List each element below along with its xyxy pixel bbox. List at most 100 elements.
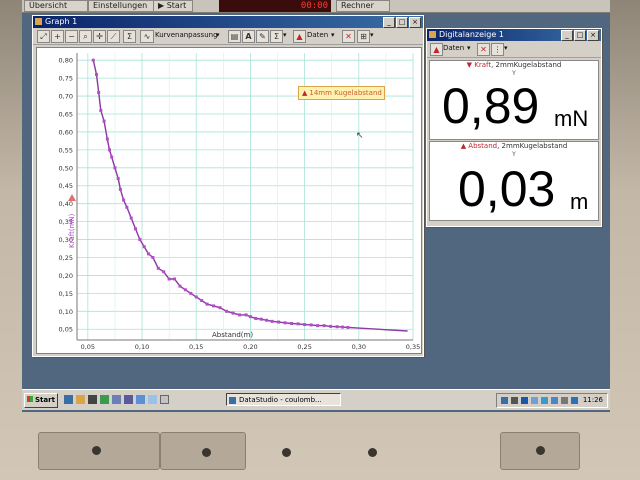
data-point bbox=[129, 216, 133, 220]
close-button[interactable]: × bbox=[587, 30, 599, 41]
scale-to-fit-icon[interactable]: ⤢ bbox=[37, 30, 50, 43]
data-point bbox=[95, 73, 99, 77]
tray-volume-icon[interactable] bbox=[561, 397, 568, 404]
zoom-out-icon[interactable]: − bbox=[65, 30, 78, 43]
windows-logo-icon bbox=[27, 396, 33, 402]
data-point bbox=[244, 313, 248, 317]
data-point bbox=[231, 311, 235, 315]
window-icon bbox=[429, 31, 436, 38]
minimize-button[interactable]: _ bbox=[561, 30, 573, 41]
distance-label: ▲ Abstand, 2mmKugelabstand bbox=[430, 142, 598, 151]
force-panel[interactable]: ▼ Kraft, 2mmKugelabstand Y 0,89 mN bbox=[429, 60, 599, 140]
system-tray: 11:26 bbox=[496, 393, 608, 408]
tray-battery-icon[interactable] bbox=[511, 397, 518, 404]
data-icon[interactable]: ▲ bbox=[293, 30, 306, 43]
delete-icon[interactable]: ✕ bbox=[477, 43, 490, 56]
explorer-icon[interactable] bbox=[112, 395, 121, 404]
digital-window-title: Digitalanzeige 1 bbox=[439, 30, 504, 39]
distance-axis: Y bbox=[512, 151, 516, 158]
tray-monitor-icon[interactable] bbox=[551, 397, 558, 404]
zoom-select-icon[interactable]: ⌕ bbox=[79, 30, 92, 43]
y-tick-label: 0,40 bbox=[59, 200, 73, 208]
legend-box[interactable]: ▲ 14mm Kugelabstand bbox=[298, 86, 385, 100]
calculate-icon[interactable]: ▤ bbox=[228, 30, 241, 43]
display-settings-icon[interactable]: ⊞ bbox=[357, 30, 370, 43]
start-menu-button[interactable]: Start bbox=[24, 393, 58, 408]
start-button[interactable]: ▶ Start bbox=[153, 0, 193, 12]
close-button[interactable]: × bbox=[409, 17, 421, 28]
maximize-button[interactable]: □ bbox=[396, 17, 408, 28]
y-tick-label: 0,05 bbox=[59, 326, 73, 334]
data-point bbox=[290, 321, 294, 325]
task-datastudio[interactable]: DataStudio - coulomb... bbox=[226, 393, 341, 406]
curve-fit-dropdown[interactable]: Kurvenanpassung bbox=[155, 30, 218, 41]
settings-button[interactable]: Einstellungen bbox=[88, 0, 156, 12]
tray-display-icon[interactable] bbox=[531, 397, 538, 404]
curve-fit-chevron-icon[interactable]: ▾ bbox=[216, 30, 220, 41]
minimize-button[interactable]: _ bbox=[383, 17, 395, 28]
window-switch-icon[interactable] bbox=[160, 395, 169, 404]
sum-chevron-icon[interactable]: ▾ bbox=[283, 30, 287, 41]
data-point bbox=[173, 277, 177, 281]
x-tick-label: 0,20 bbox=[243, 343, 257, 351]
email-icon[interactable] bbox=[148, 395, 157, 404]
statistics-icon[interactable]: Σ bbox=[123, 30, 136, 43]
slope-icon[interactable]: ⟋ bbox=[107, 30, 120, 43]
browser-icon[interactable] bbox=[100, 395, 109, 404]
force-name: Kraft bbox=[474, 61, 492, 69]
folder-icon[interactable] bbox=[76, 395, 85, 404]
digital-window-titlebar[interactable]: Digitalanzeige 1 _ □ × bbox=[427, 29, 601, 41]
network-icon[interactable] bbox=[136, 395, 145, 404]
data-dropdown[interactable]: Daten bbox=[443, 43, 464, 54]
x-tick-label: 0,05 bbox=[81, 343, 95, 351]
y-tick-label: 0,80 bbox=[59, 57, 73, 65]
screen: Übersicht Einstellungen ▶ Start 00:00 Re… bbox=[22, 0, 610, 412]
data-point bbox=[322, 324, 326, 328]
maximize-button[interactable]: □ bbox=[574, 30, 586, 41]
distance-name: Abstand bbox=[468, 142, 498, 150]
tray-wifi-icon[interactable] bbox=[541, 397, 548, 404]
taskbar: Start DataStudio - coulomb... 11:26 bbox=[22, 389, 610, 410]
tray-app-icon[interactable] bbox=[571, 397, 578, 404]
zoom-in-icon[interactable]: + bbox=[51, 30, 64, 43]
plot-area[interactable]: 0,05 0,10 0,15 0,20 0,25 0,30 0,35 0,40 0,45 0,50… bbox=[36, 47, 422, 354]
data-point bbox=[248, 315, 252, 319]
data-point bbox=[138, 238, 142, 242]
y-tick-label: 0,55 bbox=[59, 146, 73, 154]
media-icon[interactable] bbox=[88, 395, 97, 404]
calculator-button[interactable]: Rechner bbox=[336, 0, 390, 12]
data-dropdown[interactable]: Daten bbox=[307, 30, 328, 41]
graph-window-titlebar[interactable]: Graph 1 _ □ × bbox=[33, 16, 423, 28]
precision-icon[interactable]: ⋮ bbox=[491, 43, 504, 56]
y-tick-label: 0,60 bbox=[59, 128, 73, 136]
curve-fit-icon[interactable]: ∿ bbox=[140, 30, 154, 43]
data-point bbox=[156, 266, 160, 270]
app-top-toolbar: Übersicht Einstellungen ▶ Start 00:00 Re… bbox=[22, 0, 610, 13]
data-chevron-icon[interactable]: ▾ bbox=[467, 43, 471, 54]
y-tick-label: 0,45 bbox=[59, 182, 73, 190]
data-icon[interactable]: ▲ bbox=[430, 43, 443, 56]
y-axis-label: Kraft(mN) bbox=[68, 213, 76, 248]
distance-panel[interactable]: ▲ Abstand, 2mmKugelabstand Y 0,03 m bbox=[429, 141, 599, 221]
precision-chevron-icon[interactable]: ▾ bbox=[504, 43, 508, 54]
force-axis: Y bbox=[512, 70, 516, 77]
bezel-screw bbox=[92, 446, 101, 455]
data-chevron-icon[interactable]: ▾ bbox=[331, 30, 335, 41]
y-tick-label: 0,25 bbox=[59, 254, 73, 262]
prediction-icon[interactable]: ✎ bbox=[256, 30, 269, 43]
settings-chevron-icon[interactable]: ▾ bbox=[370, 30, 374, 41]
data-point bbox=[142, 245, 146, 249]
start-label: Start bbox=[166, 1, 187, 10]
delete-icon[interactable]: ✕ bbox=[342, 30, 355, 43]
mouse-cursor-icon: ↖ bbox=[356, 131, 364, 141]
tray-bluetooth-icon[interactable] bbox=[521, 397, 528, 404]
data-point bbox=[270, 319, 274, 323]
data-point bbox=[346, 325, 350, 329]
overview-button[interactable]: Übersicht bbox=[24, 0, 88, 12]
smart-tool-icon[interactable]: ✛ bbox=[93, 30, 106, 43]
user-icon[interactable] bbox=[124, 395, 133, 404]
annotation-icon[interactable]: A bbox=[242, 30, 255, 43]
desktop-icon[interactable] bbox=[64, 395, 73, 404]
tray-network-icon[interactable] bbox=[501, 397, 508, 404]
sum-icon[interactable]: Σ bbox=[270, 30, 283, 43]
